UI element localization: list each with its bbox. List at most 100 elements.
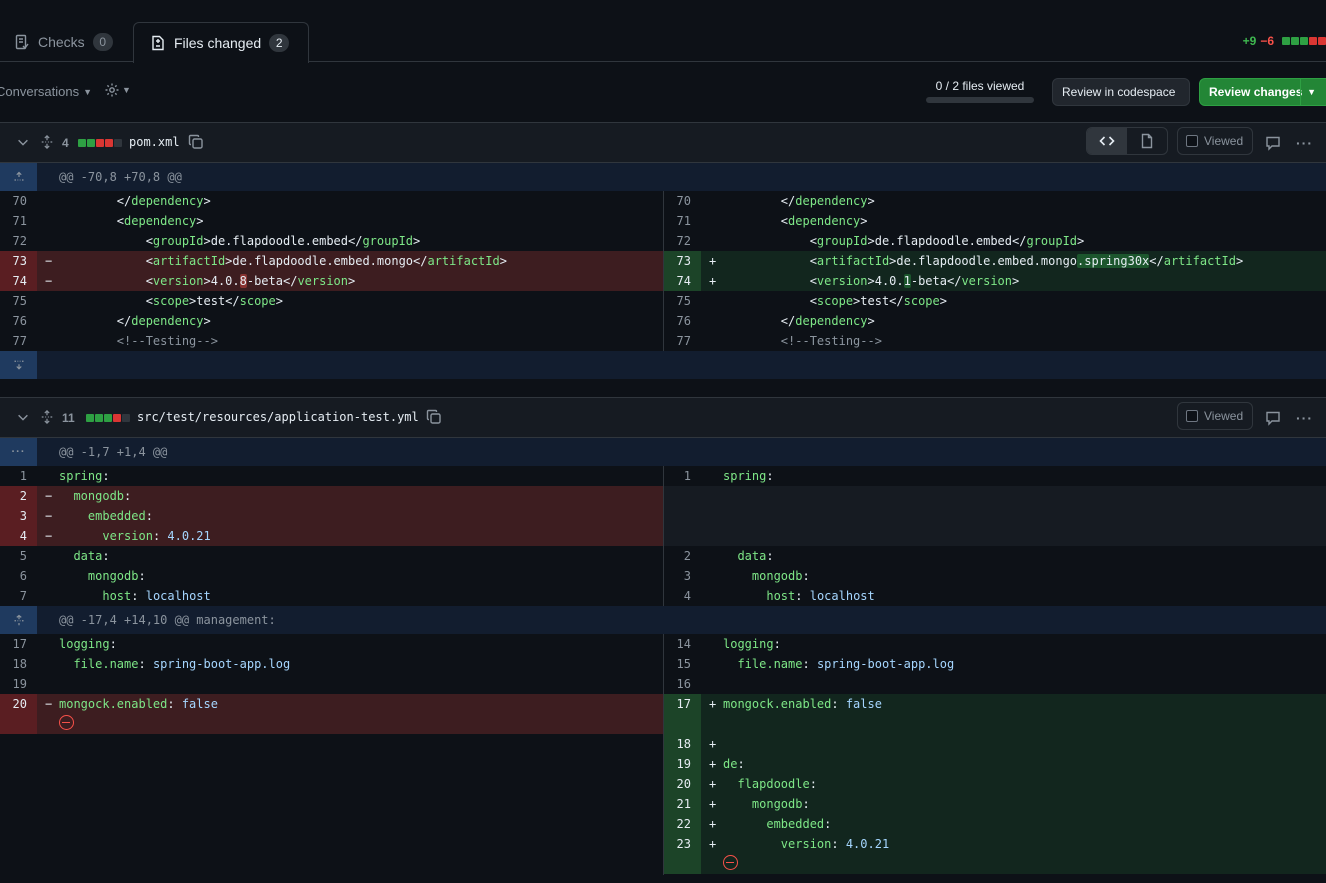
chevron-down-icon[interactable] bbox=[16, 410, 30, 427]
review-label: Review changes bbox=[1209, 85, 1303, 99]
settings-dropdown[interactable]: ▼ bbox=[104, 82, 131, 98]
diff-line-empty bbox=[664, 714, 1326, 734]
checks-counter: 0 bbox=[92, 33, 113, 51]
view-mode-toggle bbox=[1086, 127, 1168, 155]
diff-line: 71 <dependency> bbox=[676, 214, 868, 228]
split-diff: 1 spring: 2− mongodb: 3− embedded: 4− ver… bbox=[0, 466, 1326, 606]
viewed-label: Viewed bbox=[1204, 134, 1244, 148]
expand-down-icon[interactable] bbox=[0, 351, 37, 379]
gear-icon bbox=[105, 83, 119, 97]
diff-line-deleted: 74− <version>4.0.8-beta</version> bbox=[0, 271, 663, 291]
no-newline-icon bbox=[59, 715, 74, 730]
diff-line-added: 17 + mongock.enabled: false bbox=[664, 694, 1326, 714]
diff-line: 72 <groupId>de.flapdoodle.embed</groupId… bbox=[676, 234, 1085, 248]
viewed-checkbox[interactable]: Viewed bbox=[1177, 127, 1253, 155]
no-newline-icon bbox=[723, 855, 738, 870]
conversations-dropdown[interactable]: Conversations ▼ bbox=[0, 84, 92, 99]
file-header: 4 pom.xml Viewed ··· bbox=[0, 123, 1326, 163]
conversations-label: Conversations bbox=[0, 84, 80, 99]
kebab-horizontal-icon[interactable]: ··· bbox=[1296, 410, 1313, 426]
files-toolbar: Conversations ▼ ▼ 0 / 2 files viewed Rev… bbox=[0, 62, 1326, 122]
diff-line: 18 file.name: spring-boot-app.log bbox=[12, 657, 291, 671]
checkbox-icon bbox=[1186, 410, 1198, 422]
hunk-header: ··· @@ -1,7 +1,4 @@ bbox=[0, 438, 1326, 466]
diff-left-side: 17 logging: 18 file.name: spring-boot-app… bbox=[0, 634, 663, 875]
diff-line-empty bbox=[664, 486, 1326, 506]
diff-line: 3 mongodb: bbox=[683, 569, 810, 583]
review-in-codespace-button[interactable]: Review in codespace bbox=[1052, 78, 1190, 106]
diff-line-added: 20 + flapdoodle: bbox=[664, 774, 1326, 794]
codespace-label: Review in codespace bbox=[1062, 85, 1176, 99]
file-diff-pom: 4 pom.xml Viewed ··· @@ -70,8 +70,8 @@ 7… bbox=[0, 122, 1326, 379]
diff-line: 77 <!--Testing--> bbox=[676, 334, 882, 348]
diff-line: 6 mongodb: bbox=[19, 569, 146, 583]
total-deletions: −6 bbox=[1260, 34, 1274, 48]
diff-line: 76 </dependency> bbox=[12, 314, 211, 328]
changed-lines-count: 4 bbox=[62, 136, 69, 150]
tab-files-label: Files changed bbox=[174, 35, 262, 51]
diff-line: 75 <scope>test</scope> bbox=[12, 294, 283, 308]
diff-line: 15 file.name: spring-boot-app.log bbox=[676, 657, 955, 671]
diff-line: 72 <groupId>de.flapdoodle.embed</groupId… bbox=[12, 234, 421, 248]
diff-line: 76 </dependency> bbox=[676, 314, 875, 328]
unfold-icon[interactable] bbox=[40, 134, 54, 153]
file-header: 11 src/test/resources/application-test.y… bbox=[0, 398, 1326, 438]
tab-checks[interactable]: Checks 0 bbox=[14, 22, 113, 62]
diffstat-blocks bbox=[1282, 37, 1326, 45]
file-name[interactable]: pom.xml bbox=[129, 135, 180, 149]
diff-line-deleted: 73− <artifactId>de.flapdoodle.embed.mong… bbox=[0, 251, 663, 271]
files-viewed-bar bbox=[926, 97, 1034, 103]
tab-files-changed[interactable]: Files changed 2 bbox=[133, 22, 309, 63]
file-diff-icon bbox=[152, 35, 164, 51]
total-additions: +9 bbox=[1242, 34, 1257, 48]
diff-line-added: 74 + <version>4.0.1-beta</version> bbox=[664, 271, 1326, 291]
diff-line-added: 21 + mongodb: bbox=[664, 794, 1326, 814]
caret-down-icon[interactable]: ▼ bbox=[1300, 79, 1316, 105]
copy-icon[interactable] bbox=[426, 409, 442, 428]
pr-tab-bar: Checks 0 Files changed 2 +9 −6 bbox=[0, 0, 1326, 63]
review-changes-button[interactable]: Review changes ▼ bbox=[1199, 78, 1326, 106]
expand-up-icon[interactable] bbox=[0, 163, 37, 191]
diff-line-deleted: 20− mongock.enabled: false bbox=[0, 694, 663, 714]
viewed-checkbox[interactable]: Viewed bbox=[1177, 402, 1253, 430]
hunk-header-text: @@ -70,8 +70,8 @@ bbox=[59, 170, 182, 184]
hunk-header: @@ -70,8 +70,8 @@ bbox=[0, 163, 1326, 191]
rich-view-icon[interactable] bbox=[1127, 128, 1167, 154]
file-diffstat-blocks bbox=[86, 414, 130, 422]
diff-line-added: 18 + bbox=[664, 734, 1326, 754]
comment-icon[interactable] bbox=[1265, 410, 1281, 429]
diff-line: 5 data: bbox=[19, 549, 110, 563]
hunk-header: @@ -17,4 +14,10 @@ management: bbox=[0, 606, 1326, 634]
diff-line: 17 logging: bbox=[12, 637, 117, 651]
comment-icon[interactable] bbox=[1265, 135, 1281, 154]
pr-diffstat: +9 −6 bbox=[1243, 34, 1326, 48]
expand-all-icon[interactable]: ··· bbox=[0, 438, 37, 466]
viewed-label: Viewed bbox=[1204, 409, 1244, 423]
diff-right-side: 14 logging: 15 file.name: spring-boot-app… bbox=[663, 634, 1326, 875]
no-newline-row bbox=[664, 854, 1326, 874]
diff-line: 7 host: localhost bbox=[19, 589, 211, 603]
diff-line: 71 <dependency> bbox=[12, 214, 204, 228]
files-viewed-progress: 0 / 2 files viewed bbox=[926, 79, 1034, 103]
diff-line: 4 host: localhost bbox=[683, 589, 875, 603]
code-view-icon[interactable] bbox=[1087, 128, 1127, 154]
diff-line: 16 bbox=[676, 677, 691, 691]
chevron-down-icon[interactable] bbox=[16, 135, 30, 152]
copy-icon[interactable] bbox=[188, 134, 204, 153]
diff-line-deleted: 2− mongodb: bbox=[0, 486, 663, 506]
kebab-horizontal-icon[interactable]: ··· bbox=[1296, 135, 1313, 151]
file-name[interactable]: src/test/resources/application-test.yml bbox=[137, 410, 419, 424]
diff-right-side: 1 spring: 2 data: 3 mongodb: 4 host: loca… bbox=[663, 466, 1326, 606]
checkbox-icon bbox=[1186, 135, 1198, 147]
caret-down-icon: ▼ bbox=[83, 86, 93, 97]
file-diff-application-test: 11 src/test/resources/application-test.y… bbox=[0, 397, 1326, 875]
diff-line: 14 logging: bbox=[676, 637, 781, 651]
diff-line: 19 bbox=[12, 677, 27, 691]
caret-down-icon: ▼ bbox=[122, 85, 131, 95]
split-diff: 17 logging: 18 file.name: spring-boot-app… bbox=[0, 634, 1326, 875]
files-counter: 2 bbox=[269, 34, 290, 52]
changed-lines-count: 11 bbox=[62, 411, 75, 425]
expand-up-icon[interactable] bbox=[0, 606, 37, 634]
diff-line: 75 <scope>test</scope> bbox=[676, 294, 947, 308]
unfold-icon[interactable] bbox=[40, 409, 54, 428]
